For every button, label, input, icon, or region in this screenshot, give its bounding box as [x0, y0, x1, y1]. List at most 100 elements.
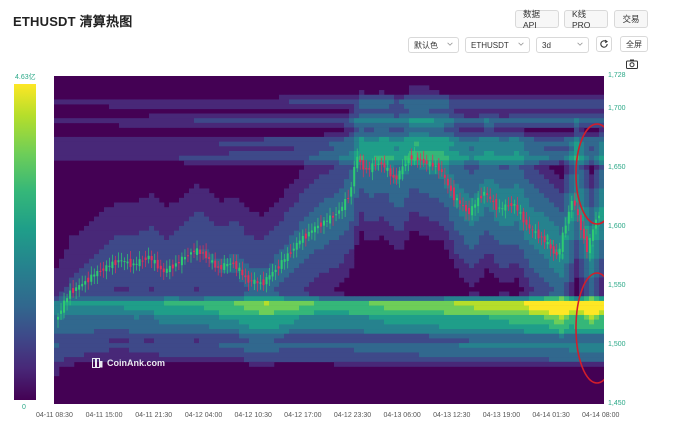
heatmap-cell [464, 104, 470, 110]
heatmap-cell [489, 150, 495, 156]
heatmap-cell [184, 305, 190, 311]
heatmap-cell [554, 282, 560, 288]
heatmap-cell [89, 314, 95, 320]
heatmap-cell [534, 343, 540, 349]
heatmap-cell [479, 207, 485, 213]
heatmap-cell [219, 146, 225, 152]
heatmap-cell [559, 310, 565, 316]
refresh-button[interactable] [596, 36, 612, 52]
heatmap-cell [494, 132, 500, 138]
trade-button[interactable]: 交易 [614, 10, 648, 28]
heatmap-cell [174, 272, 180, 278]
heatmap-cell [174, 216, 180, 222]
heatmap-cell [554, 150, 560, 156]
heatmap-cell [529, 179, 535, 185]
heatmap-cell [304, 249, 310, 255]
heatmap-cell [249, 211, 255, 217]
heatmap-cell [334, 122, 340, 128]
heatmap-cell [204, 235, 210, 241]
heatmap-cell [339, 235, 345, 241]
heatmap-cell [549, 174, 555, 180]
heatmap-cell [134, 141, 140, 147]
liquidation-heatmap-chart[interactable] [54, 76, 604, 404]
heatmap-cell [519, 132, 525, 138]
heatmap-cell [199, 319, 205, 325]
heatmap-cell [449, 221, 455, 227]
heatmap-cell [169, 207, 175, 213]
heatmap-cell [139, 296, 145, 302]
heatmap-cell [559, 99, 565, 105]
heatmap-cell [274, 146, 280, 152]
heatmap-cell [574, 113, 580, 119]
heatmap-cell [94, 230, 100, 236]
heatmap-cell [414, 188, 420, 194]
heatmap-cell [414, 136, 420, 142]
heatmap-cell [349, 357, 355, 363]
heatmap-cell [249, 343, 255, 349]
heatmap-cell [554, 258, 560, 264]
heatmap-cell [179, 202, 185, 208]
heatmap-cell [469, 136, 475, 142]
fullscreen-button[interactable]: 全屏 [620, 36, 648, 52]
heatmap-cell [419, 104, 425, 110]
heatmap-cell [519, 150, 525, 156]
heatmap-cell [359, 118, 365, 124]
heatmap-cell [234, 286, 240, 292]
heatmap-cell [224, 324, 230, 330]
heatmap-cell [559, 343, 565, 349]
heatmap-cell [204, 305, 210, 311]
heatmap-cell [424, 343, 430, 349]
heatmap-cell [124, 216, 130, 222]
heatmap-cell [254, 263, 260, 269]
heatmap-cell [304, 183, 310, 189]
heatmap-cell [549, 291, 555, 297]
heatmap-cell [339, 146, 345, 152]
heatmap-cell [209, 240, 215, 245]
heatmap-cell [394, 225, 400, 231]
heatmap-cell [514, 155, 520, 161]
heatmap-cell [549, 268, 555, 274]
heatmap-cell [214, 305, 220, 311]
heatmap-cell [439, 235, 445, 241]
heatmap-cell [424, 174, 430, 180]
heatmap-cell [444, 118, 450, 124]
heatmap-cell [499, 104, 505, 110]
camera-icon[interactable] [626, 59, 638, 69]
heatmap-cell [414, 174, 420, 180]
heatmap-cell [264, 113, 270, 119]
heatmap-cell [414, 132, 420, 138]
heatmap-cell [219, 319, 225, 325]
heatmap-cell [134, 211, 140, 217]
heatmap-cell [169, 310, 175, 316]
heatmap-cell [459, 118, 465, 124]
heatmap-cell [489, 333, 495, 339]
heatmap-cell [264, 361, 270, 367]
time-range-select[interactable]: 3d [536, 37, 589, 53]
heatmap-cell [524, 282, 530, 288]
heatmap-cell [204, 118, 210, 124]
heatmap-cell [334, 141, 340, 147]
heatmap-cell [474, 155, 480, 161]
heatmap-cell [89, 118, 95, 124]
heatmap-cell [449, 104, 455, 110]
heatmap-cell [464, 155, 470, 161]
heatmap-cell [559, 188, 565, 194]
heatmap-cell [499, 132, 505, 138]
heatmap-cell [124, 118, 130, 124]
data-api-button[interactable]: 数据API [515, 9, 559, 30]
color-scheme-select[interactable]: 默认色 [408, 37, 459, 53]
heatmap-cell [74, 343, 80, 349]
pair-select[interactable]: ETHUSDT [465, 37, 530, 53]
heatmap-cell [219, 216, 225, 222]
kline-pro-button[interactable]: K线 PRO [564, 9, 608, 30]
heatmap-cell [394, 352, 400, 358]
heatmap-cell [464, 113, 470, 119]
heatmap-cell [229, 160, 235, 166]
heatmap-cell [539, 122, 545, 128]
heatmap-cell [129, 305, 135, 311]
heatmap-cell [154, 225, 160, 231]
heatmap-cell [144, 319, 150, 325]
heatmap-cell [379, 127, 385, 133]
heatmap-cell [454, 324, 460, 330]
heatmap-cell [209, 310, 215, 316]
